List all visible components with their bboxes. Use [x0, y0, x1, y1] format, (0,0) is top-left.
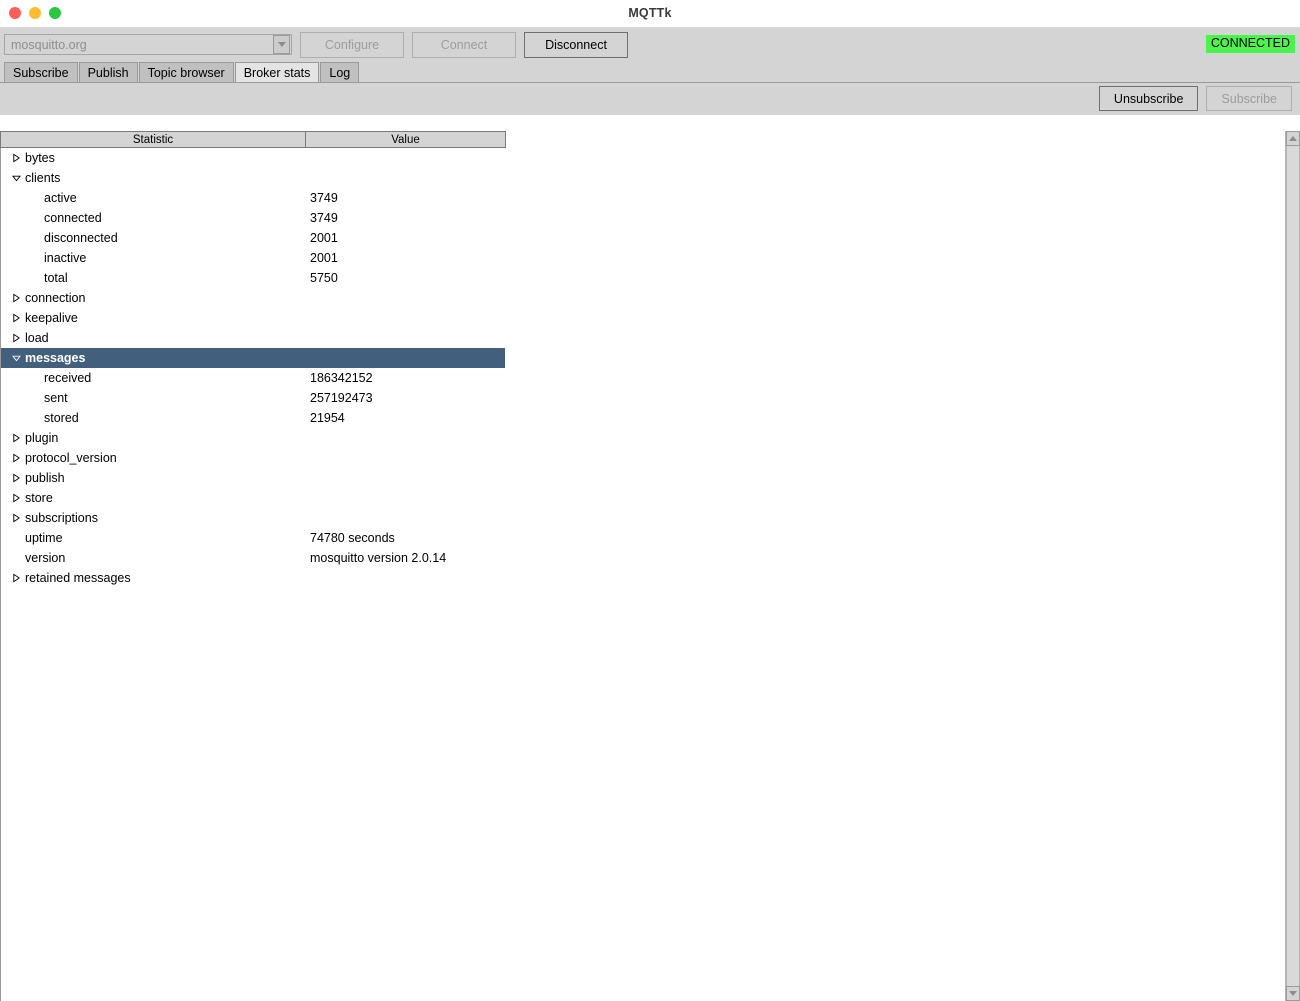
expand-arrow-icon[interactable] — [12, 573, 21, 583]
tab-subscribe[interactable]: Subscribe — [4, 62, 78, 82]
tree-row-label: clients — [25, 171, 61, 185]
tree-row-value: 257192473 — [310, 391, 373, 405]
tree-row-retained-messages[interactable]: retained messages — [1, 568, 506, 588]
tree-row-label: protocol_version — [25, 451, 117, 465]
broker-select[interactable]: mosquitto.org — [4, 34, 292, 55]
status-badge: CONNECTED — [1205, 35, 1295, 53]
tree-row-store[interactable]: store — [1, 488, 506, 508]
tree-row-label: keepalive — [25, 311, 78, 325]
tree-row-total[interactable]: total 5750 — [1, 268, 506, 288]
tree-row-load[interactable]: load — [1, 328, 506, 348]
window-titlebar: MQTTk — [0, 0, 1300, 28]
tree-header-row: Statistic Value — [0, 131, 506, 148]
column-header-statistic[interactable]: Statistic — [0, 131, 306, 148]
tree-row-label: version — [25, 551, 66, 565]
expand-arrow-icon[interactable] — [12, 333, 21, 343]
expand-arrow-icon[interactable] — [12, 513, 21, 523]
expand-arrow-icon[interactable] — [12, 493, 21, 503]
collapse-arrow-icon[interactable] — [12, 353, 21, 363]
tree-row-version[interactable]: version mosquitto version 2.0.14 — [1, 548, 506, 568]
tree-row-label: disconnected — [44, 231, 118, 245]
expand-arrow-icon[interactable] — [12, 453, 21, 463]
tree-row-inactive[interactable]: inactive 2001 — [1, 248, 506, 268]
scroll-down-arrow-icon[interactable] — [1286, 986, 1300, 1001]
statistics-tree: Statistic Value bytes clients active 3749 co… — [0, 131, 506, 1001]
expand-arrow-icon[interactable] — [12, 433, 21, 443]
vertical-scrollbar[interactable] — [1285, 131, 1300, 1001]
tab-publish[interactable]: Publish — [78, 62, 138, 82]
expand-arrow-icon[interactable] — [12, 153, 21, 163]
scrollbar-track[interactable] — [1286, 146, 1300, 986]
tree-row-label: total — [44, 271, 68, 285]
unsubscribe-button[interactable]: Unsubscribe — [1098, 86, 1199, 111]
chevron-down-icon[interactable] — [273, 35, 290, 54]
tree-row-label: active — [44, 191, 77, 205]
tree-row-label: bytes — [25, 151, 55, 165]
expand-arrow-icon[interactable] — [12, 313, 21, 323]
tree-row-value: 2001 — [310, 231, 338, 245]
tree-rows-container: bytes clients active 3749 connected 3749 disco… — [0, 148, 506, 1001]
tree-row-label: subscriptions — [25, 511, 98, 525]
tree-row-sent[interactable]: sent 257192473 — [1, 388, 506, 408]
tree-row-connected[interactable]: connected 3749 — [1, 208, 506, 228]
subscription-buttons: Unsubscribe Subscribe — [1098, 86, 1292, 111]
tree-row-value: 3749 — [310, 191, 338, 205]
tree-row-publish[interactable]: publish — [1, 468, 506, 488]
tree-row-label: received — [44, 371, 92, 385]
tree-row-value: 3749 — [310, 211, 338, 225]
expand-arrow-icon[interactable] — [12, 473, 21, 483]
tree-row-value: mosquitto version 2.0.14 — [310, 551, 447, 565]
tree-row-value: 186342152 — [310, 371, 373, 385]
tree-row-label: load — [25, 331, 49, 345]
broker-select-value: mosquitto.org — [11, 37, 87, 52]
tree-row-label: connection — [25, 291, 86, 305]
tree-row-label: store — [25, 491, 53, 505]
scroll-up-arrow-icon[interactable] — [1286, 131, 1300, 146]
tree-row-value: 21954 — [310, 411, 345, 425]
tab-broker-stats[interactable]: Broker stats — [234, 62, 320, 82]
tree-row-stored[interactable]: stored 21954 — [1, 408, 506, 428]
tab-bar: Subscribe Publish Topic browser Broker s… — [0, 61, 1300, 82]
tree-row-messages[interactable]: messages — [1, 348, 505, 368]
tree-row-clients[interactable]: clients — [1, 168, 506, 188]
tree-row-disconnected[interactable]: disconnected 2001 — [1, 228, 506, 248]
tree-row-received[interactable]: received 186342152 — [1, 368, 506, 388]
tree-row-label: messages — [25, 351, 86, 365]
tab-topic-browser[interactable]: Topic browser — [138, 62, 234, 82]
tree-row-protocol-version[interactable]: protocol_version — [1, 448, 506, 468]
column-header-value[interactable]: Value — [306, 131, 506, 148]
tree-row-value: 74780 seconds — [310, 531, 395, 545]
tree-row-label: sent — [44, 391, 68, 405]
tree-row-label: publish — [25, 471, 65, 485]
tree-row-value: 2001 — [310, 251, 338, 265]
tree-row-label: plugin — [25, 431, 59, 445]
tree-row-value: 5750 — [310, 271, 338, 285]
tree-row-plugin[interactable]: plugin — [1, 428, 506, 448]
tree-row-connection[interactable]: connection — [1, 288, 506, 308]
configure-button[interactable]: Configure — [300, 31, 404, 58]
tree-row-keepalive[interactable]: keepalive — [1, 308, 506, 328]
tab-log[interactable]: Log — [320, 62, 360, 82]
window-title: MQTTk — [628, 6, 672, 20]
tree-row-label: connected — [44, 211, 102, 225]
broker-stats-panel: Statistic Value bytes clients active 3749 co… — [0, 131, 1300, 1001]
tree-row-label: uptime — [25, 531, 63, 545]
collapse-arrow-icon[interactable] — [12, 173, 21, 183]
tree-row-active[interactable]: active 3749 — [1, 188, 506, 208]
tree-row-bytes[interactable]: bytes — [1, 148, 506, 168]
subscribe-button[interactable]: Subscribe — [1206, 86, 1292, 111]
connection-toolbar: mosquitto.org Configure Connect Disconne… — [0, 28, 1300, 61]
disconnect-button[interactable]: Disconnect — [524, 31, 628, 58]
expand-arrow-icon[interactable] — [12, 293, 21, 303]
tree-row-subscriptions[interactable]: subscriptions — [1, 508, 506, 528]
tree-row-uptime[interactable]: uptime 74780 seconds — [1, 528, 506, 548]
tree-row-label: stored — [44, 411, 79, 425]
connect-button[interactable]: Connect — [412, 31, 516, 58]
tree-row-label: inactive — [44, 251, 87, 265]
tree-row-label: retained messages — [25, 571, 131, 585]
subscription-toolbar: Unsubscribe Subscribe — [0, 82, 1300, 115]
